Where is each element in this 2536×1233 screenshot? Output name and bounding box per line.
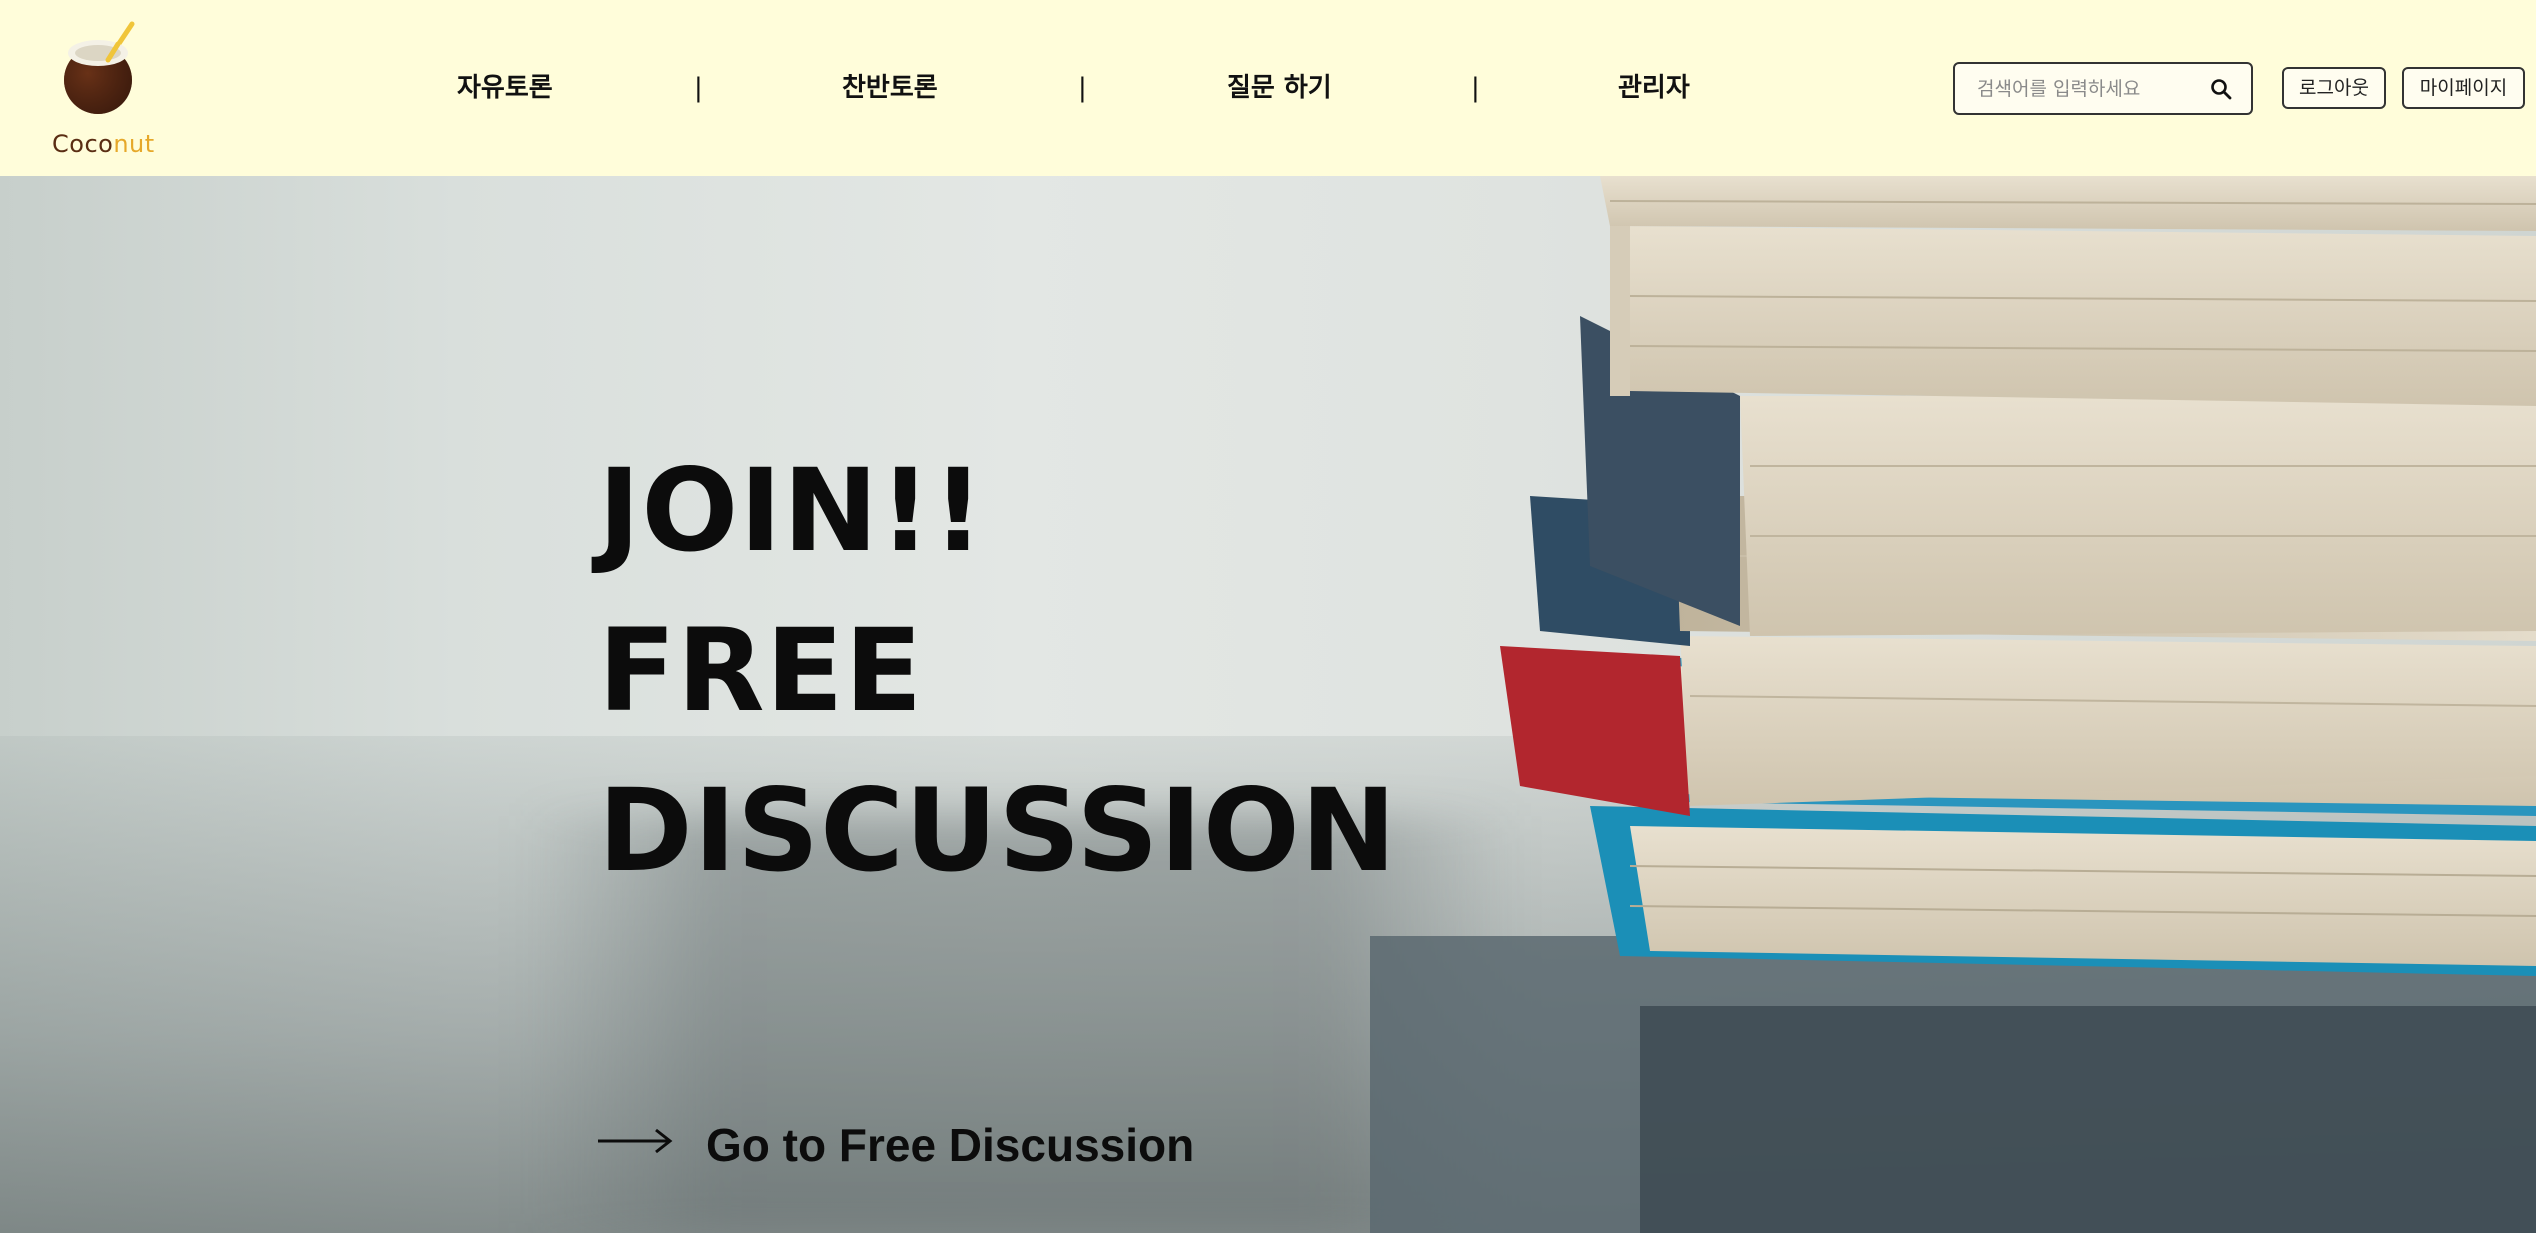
nav-item-ask-question[interactable]: 질문 하기 <box>1227 70 1332 106</box>
top-header: Coconut 자유토론 | 찬반토론 | 질문 하기 | 관리자 로그아웃 마… <box>0 0 2536 176</box>
nav-separator: | <box>1471 73 1480 103</box>
long-arrow-right-icon <box>598 1128 673 1154</box>
hero-heading-line3: DISCUSSION <box>598 764 1398 897</box>
hero-heading-line2: FREE <box>598 604 924 737</box>
book-stack-image <box>1370 176 2536 1233</box>
nav-separator: | <box>694 73 703 103</box>
hero-banner: JOIN!! FREE DISCUSSION Go to Free Discus… <box>0 176 2536 1233</box>
hero-heading-line1: JOIN!! <box>598 444 986 577</box>
logout-button[interactable]: 로그아웃 <box>2282 67 2386 109</box>
search-box <box>1953 62 2253 115</box>
nav-item-free-discussion[interactable]: 자유토론 <box>457 70 553 106</box>
nav-item-debate[interactable]: 찬반토론 <box>842 70 938 106</box>
search-icon[interactable] <box>2210 78 2232 100</box>
mypage-button[interactable]: 마이페이지 <box>2402 67 2525 109</box>
cta-label: Go to Free Discussion <box>706 1119 1195 1171</box>
nav-separator: | <box>1078 73 1087 103</box>
nav-item-admin[interactable]: 관리자 <box>1618 70 1690 106</box>
search-input[interactable] <box>1977 74 2197 104</box>
